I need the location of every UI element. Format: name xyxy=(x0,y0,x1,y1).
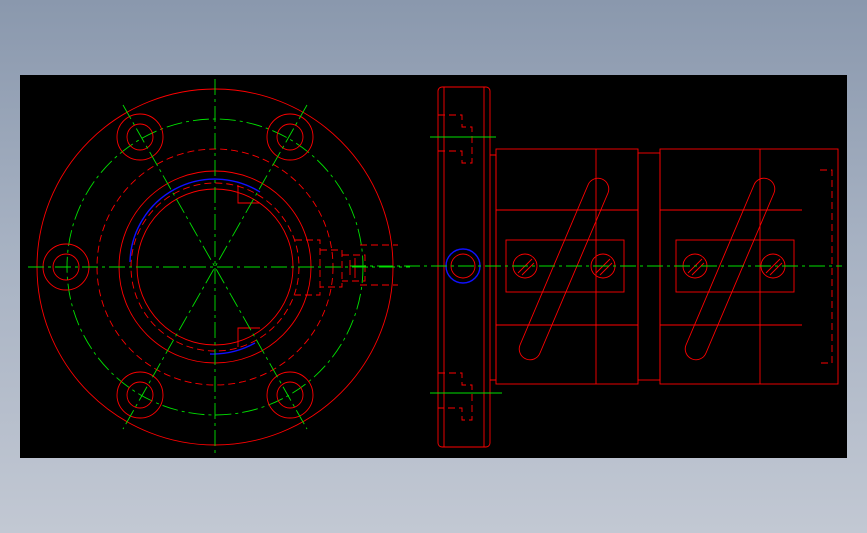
cad-drawing-canvas[interactable] xyxy=(20,75,847,458)
bolt-hole-bottom-right xyxy=(266,371,314,419)
bolt-section-bottom xyxy=(438,372,473,421)
hidden-right-end xyxy=(820,169,833,364)
coupling-body-right xyxy=(659,148,839,385)
bolt-hole-top-right xyxy=(266,113,314,161)
cad-drawing xyxy=(28,79,842,455)
bolt-section-top xyxy=(438,114,473,164)
hidden-hub-step-3 xyxy=(342,254,366,282)
side-view-coupling xyxy=(350,86,842,448)
coupling-body-left xyxy=(495,148,639,385)
front-view-flange xyxy=(28,79,410,455)
coupling-spacer xyxy=(637,152,661,381)
hub-stub xyxy=(490,154,497,381)
bolt-hole-top-left xyxy=(116,113,164,161)
hidden-hub-step-2 xyxy=(320,249,343,288)
hub-detail xyxy=(349,258,356,278)
bore-circle xyxy=(136,188,294,346)
clamp-band-left xyxy=(518,177,610,361)
